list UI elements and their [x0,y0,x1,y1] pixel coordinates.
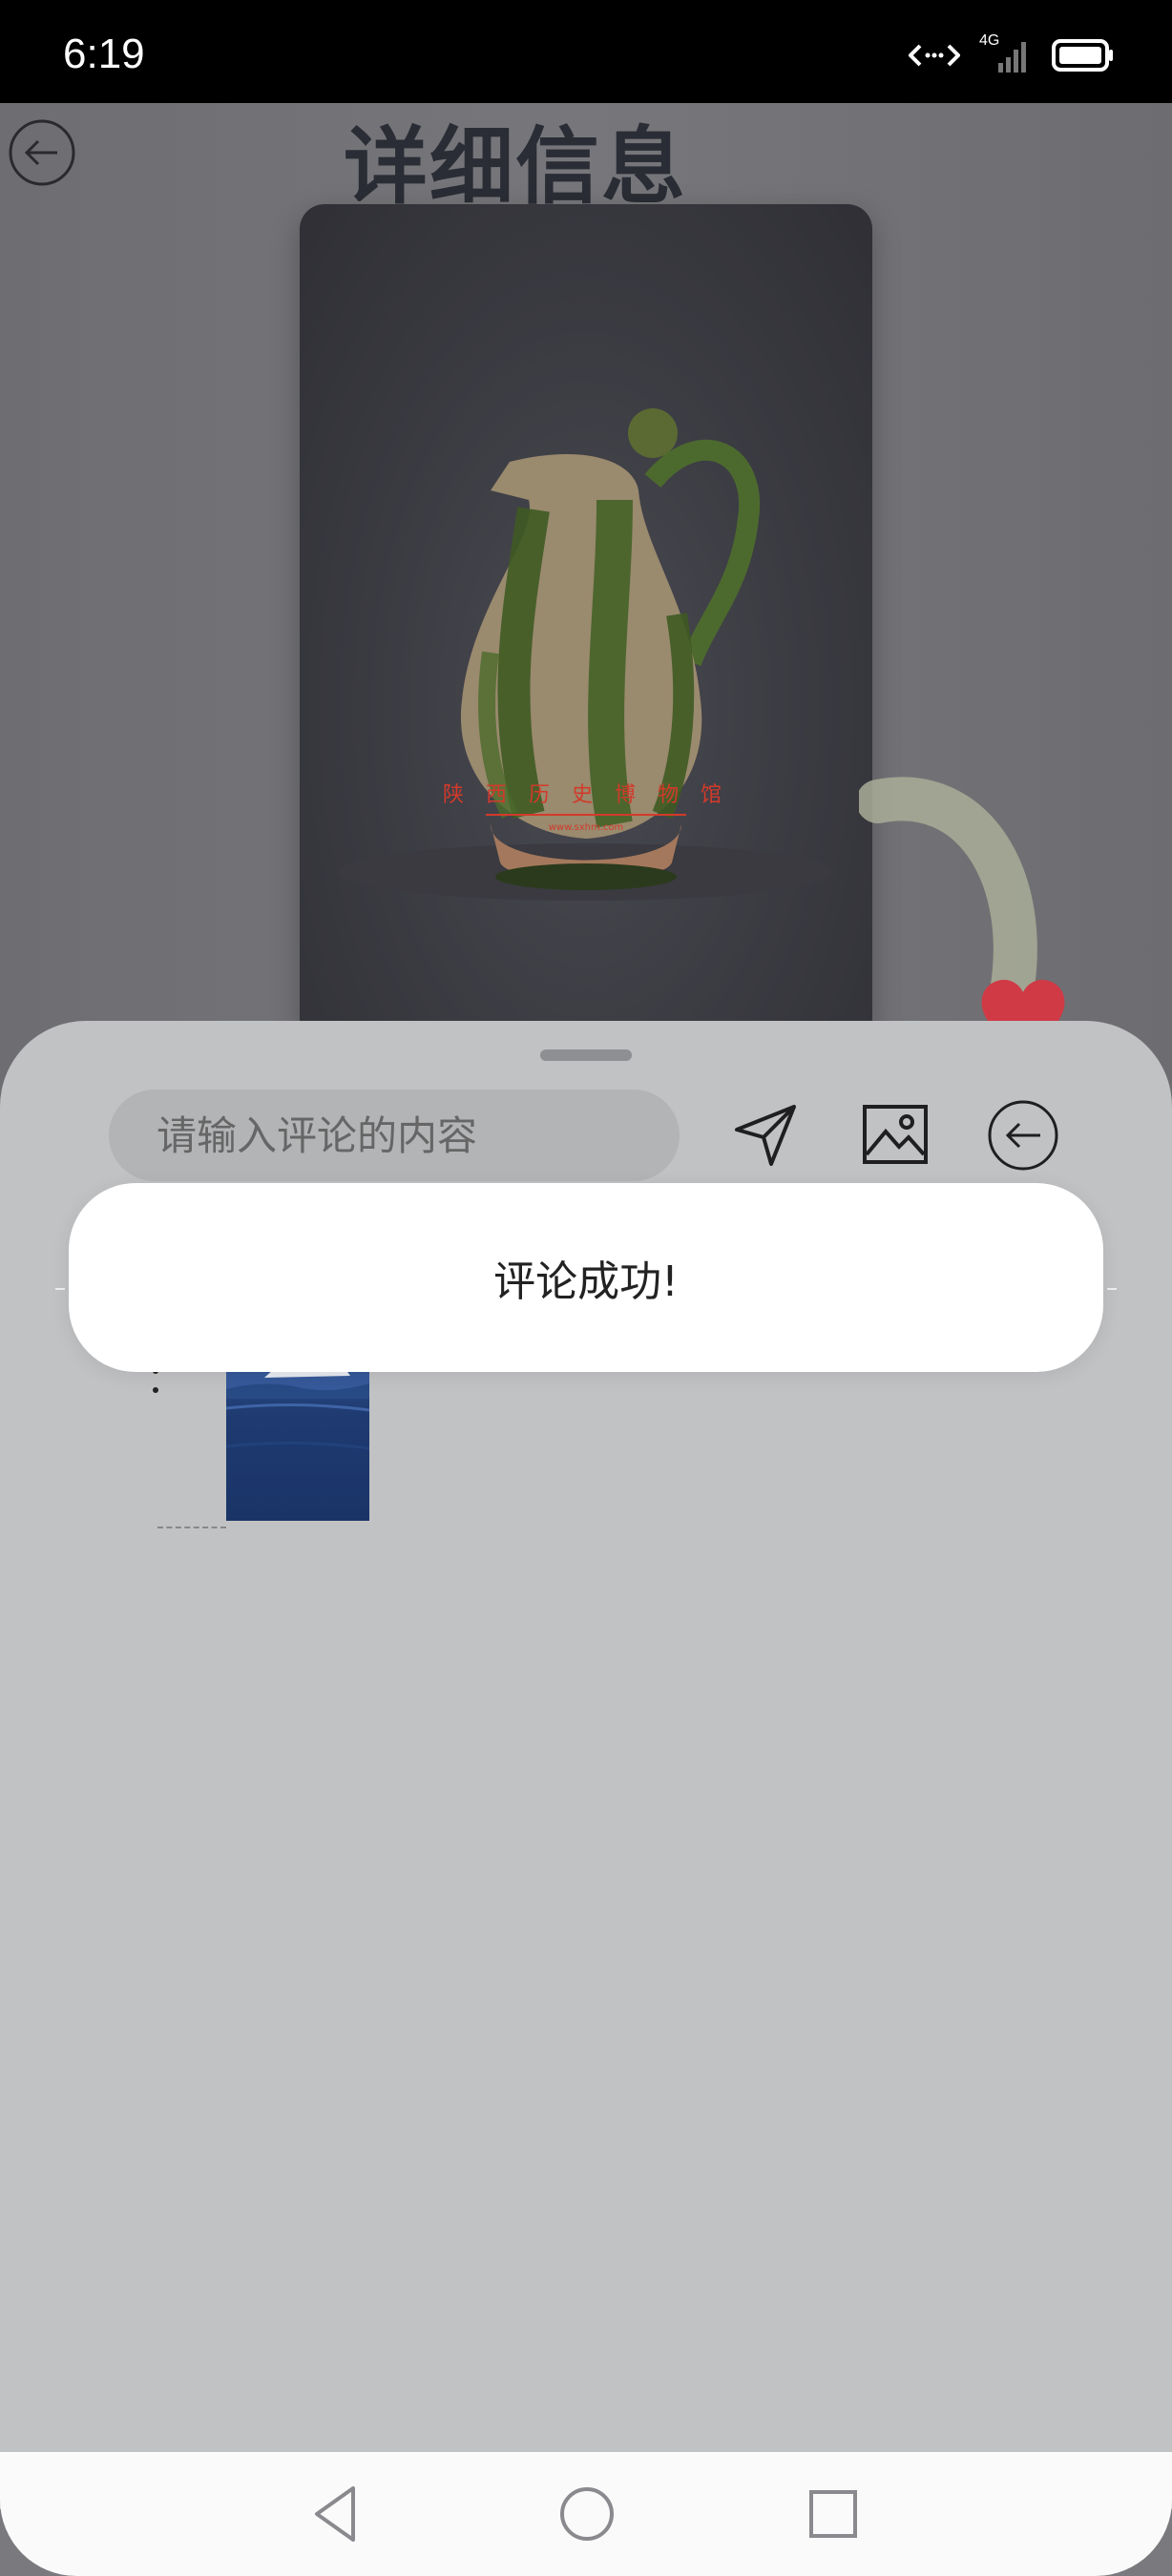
list-bullet [153,1387,158,1393]
battery-icon [1052,39,1113,72]
svg-text:www.sxhm.com: www.sxhm.com [549,822,624,833]
status-icons: 4G [909,32,1115,74]
collapse-back-icon[interactable] [987,1099,1059,1172]
back-arrow-circle-icon[interactable] [8,118,76,187]
ewer-photo: 陕 西 历 史 博 物 馆 www.sxhm.com [338,408,834,901]
toast-edge-left [55,1288,65,1290]
system-nav-bar [0,2452,1172,2576]
page-title: 详细信息 [344,117,688,216]
triangle-back-icon[interactable] [303,2481,370,2547]
send-icon[interactable] [729,1099,802,1172]
artifact-image: 陕 西 历 史 博 物 馆 www.sxhm.com [300,204,872,1044]
signal-icon: 4G [979,32,1033,74]
status-time: 6:19 [63,31,145,77]
toast-message: 评论成功! [493,1257,679,1306]
toast-edge-right [1107,1288,1117,1290]
comment-divider [157,1527,226,1528]
comment-input[interactable] [109,1090,680,1181]
sheet-drag-handle[interactable] [540,1049,632,1061]
comment-image-thumbnail[interactable] [226,1351,369,1521]
success-toast: 评论成功! [69,1183,1103,1372]
status-bar: 6:19 4G [0,0,1172,103]
square-recent-icon[interactable] [800,2481,867,2547]
data-transfer-icon [909,44,960,67]
image-icon[interactable] [859,1099,931,1172]
svg-text:陕 西 历 史 博 物 馆: 陕 西 历 史 博 物 馆 [443,783,729,807]
circle-home-icon[interactable] [554,2481,620,2547]
